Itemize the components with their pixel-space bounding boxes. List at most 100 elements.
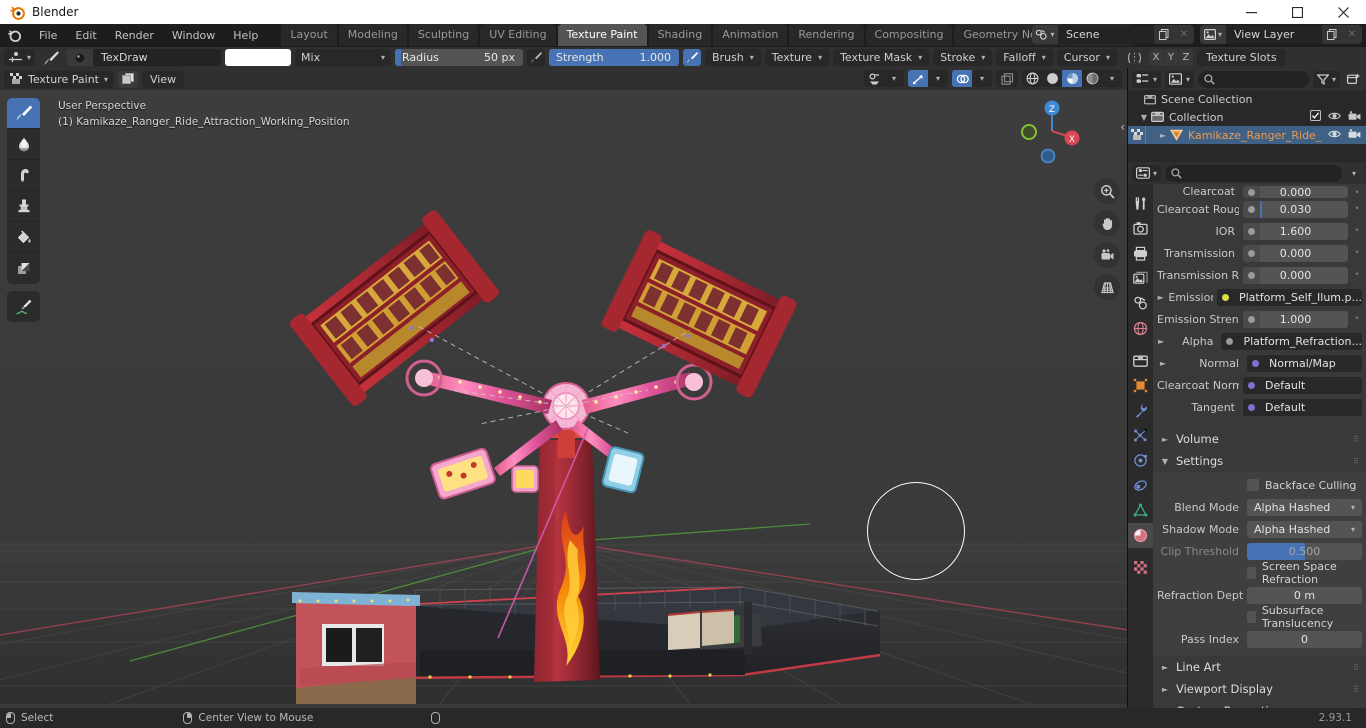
unlink-scene-button[interactable]: ✕ — [1174, 25, 1194, 44]
property-row-subsurface-translucency[interactable]: Subsurface Translucency — [1153, 604, 1366, 630]
stroke-popover[interactable]: Stroke ▾ — [933, 49, 993, 66]
properties-search-input[interactable] — [1165, 164, 1342, 182]
subsurface-translucency-checkbox[interactable] — [1247, 611, 1256, 623]
property-link-field[interactable]: Default — [1243, 376, 1362, 394]
outliner-display-mode[interactable]: ▾ — [1165, 70, 1195, 88]
menu-file[interactable]: File — [30, 26, 66, 45]
property-row-clearcoat[interactable]: Clearcoat 0.000 • — [1153, 184, 1366, 198]
workspace-tab-rendering[interactable]: Rendering — [789, 24, 864, 46]
property-row-pass-index[interactable]: Pass Index 0 — [1153, 628, 1366, 650]
socket-dot[interactable] — [1217, 289, 1234, 306]
outliner-row-kamikaze-ranger-ride[interactable]: ► Kamikaze_Ranger_Ride_ — [1128, 126, 1366, 144]
tool-draw-brush[interactable] — [7, 98, 40, 129]
outliner-search-input[interactable] — [1198, 70, 1309, 88]
perspective-grid-icon[interactable] — [1094, 274, 1120, 300]
solid-shading-icon[interactable] — [1042, 70, 1062, 87]
refraction-depth-field[interactable]: 0 m — [1247, 586, 1362, 604]
animate-property-dot[interactable]: • — [1352, 314, 1362, 324]
tool-clone[interactable] — [7, 191, 40, 222]
properties-tab-modifiers[interactable] — [1128, 398, 1153, 423]
properties-options-chevron-icon[interactable]: ▾ — [1346, 165, 1362, 182]
eye-icon[interactable] — [1328, 111, 1341, 124]
brush-name-field[interactable]: TexDraw — [93, 49, 222, 66]
blender-menu-icon[interactable] — [6, 27, 22, 43]
camera-icon[interactable] — [1094, 242, 1120, 268]
socket-dot[interactable] — [1243, 222, 1260, 240]
properties-tab-output[interactable] — [1128, 241, 1153, 266]
drag-grip-icon[interactable]: ⠿ — [1353, 435, 1360, 444]
section-viewport-display[interactable]: ► Viewport Display ⠿ — [1153, 678, 1366, 700]
drag-grip-icon[interactable]: ⠿ — [1353, 685, 1360, 694]
socket-dot[interactable] — [1221, 333, 1238, 350]
menu-help[interactable]: Help — [224, 26, 267, 45]
property-value-field[interactable]: 0.000 — [1243, 244, 1348, 262]
symmetry-x-toggle[interactable]: X — [1148, 49, 1163, 66]
object-types-visibility-icon[interactable] — [864, 70, 884, 87]
property-row-clip-threshold[interactable]: Clip Threshold 0.500 — [1153, 540, 1366, 562]
workspace-tab-sculpting[interactable]: Sculpting — [408, 24, 479, 46]
camera-icon[interactable] — [1348, 128, 1361, 142]
overlays-toggle-group[interactable]: ▾ — [952, 70, 992, 87]
disclosure-triangle-icon[interactable]: ► — [1157, 293, 1164, 302]
disclosure-triangle-icon[interactable]: ▼ — [1138, 113, 1150, 122]
backface-culling-checkbox[interactable] — [1247, 479, 1259, 491]
properties-tab-material[interactable] — [1128, 523, 1153, 548]
property-row-clearcoat-roughness[interactable]: Clearcoat Roug... 0.030 • — [1153, 198, 1366, 220]
property-value-field[interactable]: 0.030 — [1243, 200, 1348, 218]
workspace-tab-uv-editing[interactable]: UV Editing — [480, 24, 556, 46]
socket-dot[interactable] — [1243, 399, 1260, 416]
properties-tab-world[interactable] — [1128, 316, 1153, 341]
properties-tab-constraints[interactable] — [1128, 473, 1153, 498]
menu-edit[interactable]: Edit — [66, 26, 105, 45]
new-view-layer-button[interactable] — [1322, 25, 1342, 44]
property-row-emission[interactable]: ► Emission Platform_Self_Ilum.p... — [1153, 286, 1366, 308]
symmetry-y-toggle[interactable]: Y — [1163, 49, 1178, 66]
disclosure-triangle-icon[interactable]: ► — [1159, 435, 1171, 444]
animate-property-dot[interactable]: • — [1352, 204, 1362, 214]
pan-hand-icon[interactable] — [1094, 210, 1120, 236]
camera-icon[interactable] — [1348, 110, 1361, 124]
cursor-popover[interactable]: Cursor ▾ — [1056, 49, 1117, 66]
property-value-field[interactable]: 1.600 — [1243, 222, 1348, 240]
chevron-down-icon[interactable]: ▾ — [1102, 70, 1122, 87]
viewport-canvas[interactable]: User Perspective (1) Kamikaze_Ranger_Rid… — [0, 90, 1127, 708]
viewport-navigation-gizmo[interactable]: Z X — [1015, 94, 1089, 168]
minimize-button[interactable] — [1228, 0, 1274, 24]
menu-render[interactable]: Render — [106, 26, 163, 45]
property-row-ior[interactable]: IOR 1.600 • — [1153, 220, 1366, 242]
property-link-field[interactable]: Platform_Self_Ilum.p... — [1216, 288, 1362, 306]
section-line-art[interactable]: ► Line Art ⠿ — [1153, 656, 1366, 678]
tool-fill[interactable] — [7, 222, 40, 253]
property-link-field[interactable]: Normal/Map — [1247, 354, 1362, 372]
properties-tab-physics[interactable] — [1128, 448, 1153, 473]
properties-body[interactable]: Clearcoat 0.000 • Clearcoat Roug... 0.03… — [1153, 184, 1366, 708]
brush-color-swatch[interactable] — [225, 49, 292, 66]
property-value-field[interactable]: 1.000 — [1243, 310, 1348, 328]
viewport-view-menu[interactable]: View — [142, 70, 185, 88]
checkbox-icon[interactable] — [1309, 109, 1322, 124]
property-link-field[interactable]: Default — [1243, 398, 1362, 416]
property-row-alpha[interactable]: ► Alpha Platform_Refraction... — [1153, 330, 1366, 352]
symmetry-z-toggle[interactable]: Z — [1178, 49, 1193, 66]
animate-property-dot[interactable]: • — [1352, 270, 1362, 280]
workspace-tab-layout[interactable]: Layout — [281, 24, 337, 46]
workspace-tab-shading[interactable]: Shading — [648, 24, 712, 46]
outliner-editor-type-selector[interactable]: ▾ — [1132, 70, 1162, 88]
properties-tab-scene[interactable] — [1128, 291, 1153, 316]
screen-space-refraction-checkbox[interactable] — [1247, 567, 1256, 579]
maximize-button[interactable] — [1274, 0, 1320, 24]
strength-slider[interactable]: Strength 1.000 — [549, 49, 680, 66]
shading-mode-group[interactable]: ▾ — [1022, 70, 1122, 87]
tool-annotate[interactable] — [7, 291, 40, 322]
radius-slider[interactable]: Radius 50 px — [395, 49, 524, 66]
socket-dot[interactable] — [1243, 186, 1260, 198]
xray-toggle[interactable] — [996, 70, 1018, 87]
property-row-backface-culling[interactable]: Backface Culling — [1153, 474, 1366, 496]
outliner-row-collection[interactable]: ▼ Collection — [1128, 108, 1366, 126]
wireframe-shading-icon[interactable] — [1022, 70, 1042, 87]
disclosure-triangle-icon[interactable]: ► — [1159, 663, 1171, 672]
properties-editor-type-selector[interactable]: ▾ — [1132, 164, 1162, 182]
close-button[interactable] — [1320, 0, 1366, 24]
tool-soften[interactable] — [7, 129, 40, 160]
drag-grip-icon[interactable]: ⠿ — [1353, 457, 1360, 466]
